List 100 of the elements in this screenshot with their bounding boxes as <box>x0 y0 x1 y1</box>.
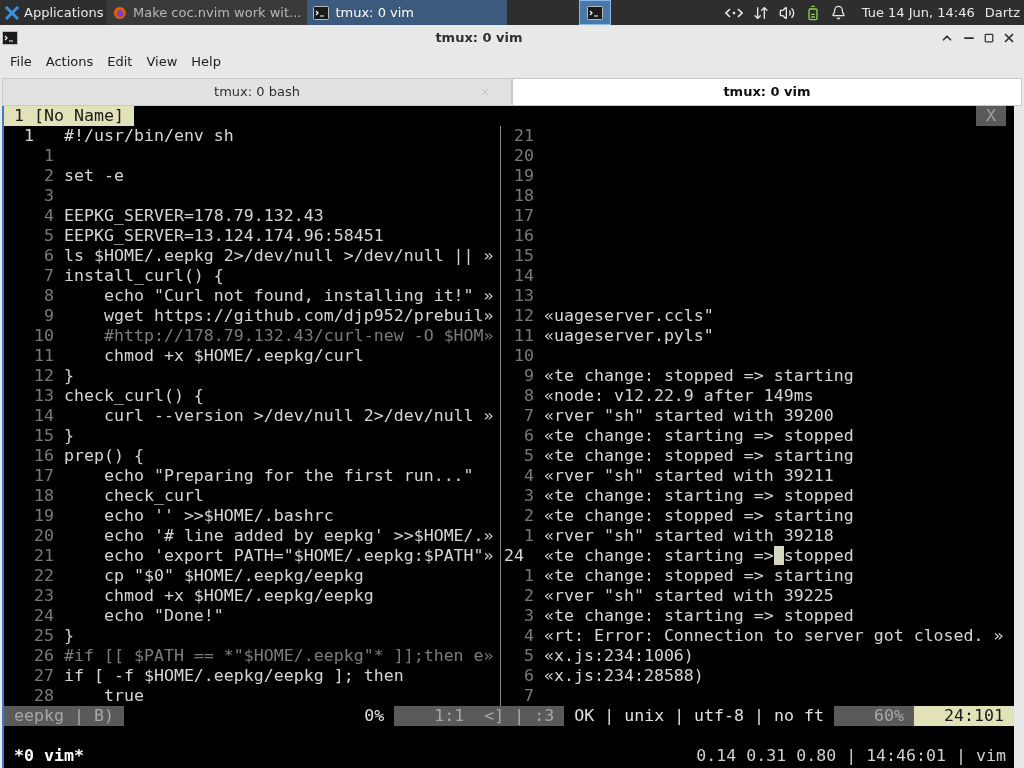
code-line: EEPKG_SERVER=13.124.174.96:58451 <box>64 226 384 246</box>
line-number: 18 <box>33 486 54 506</box>
code-line: «te change: stopped => starting <box>544 446 854 466</box>
line-number: 23 <box>33 586 54 606</box>
code-line: curl --version >/dev/null 2>/dev/null » <box>102 406 494 426</box>
code-line: check_curl() { <box>64 386 204 406</box>
line-number: 26 <box>33 646 54 666</box>
code-line: «te change: stopped => starting <box>544 366 854 386</box>
line-number: 27 <box>33 666 54 686</box>
line-number: 7 <box>523 686 534 706</box>
code-line: «rver "sh" started with 39211 <box>544 466 834 486</box>
code-line: echo "Preparing for the first run..." <box>102 466 474 486</box>
line-number: 7 <box>43 266 54 286</box>
line-number: 21 <box>33 546 54 566</box>
line-number: 2 <box>523 586 534 606</box>
code-line: echo '' >>$HOME/.bashrc <box>102 506 334 526</box>
line-number: 5 <box>523 646 534 666</box>
line-number: 6 <box>523 426 534 446</box>
code-line: check_curl <box>102 486 204 506</box>
line-number: 4 <box>43 206 54 226</box>
maximize-icon[interactable] <box>984 32 994 43</box>
line-number: 12 <box>513 306 534 326</box>
line-number: 17 <box>513 206 534 226</box>
line-number: 2 <box>523 506 534 526</box>
code-line: echo "Done!" <box>102 606 224 626</box>
status-segment: 60% <box>834 706 914 726</box>
code-line: if [ -f $HOME/.eepkg/eepkg ]; then <box>64 666 404 686</box>
code-comment: #http://178.79.132.43/curl-new -O $HOM» <box>102 326 494 346</box>
app-menu-icon <box>4 4 20 21</box>
code-line: «rver "sh" started with 39225 <box>544 586 834 606</box>
workspace-button[interactable] <box>579 0 612 25</box>
taskbar-button[interactable]: Make coc.nvim work wit... <box>107 0 308 25</box>
code-line: } <box>64 426 74 446</box>
transfer-icon[interactable] <box>752 4 769 21</box>
code-comment: #if [[ $PATH == *"$HOME/.eepkg"* ]];then e» <box>64 646 494 666</box>
code-line: echo 'export PATH="$HOME/.eepkg:$PATH"» <box>102 546 494 566</box>
line-number: 25 <box>33 626 54 646</box>
code-line: cp "$0" $HOME/.eepkg/eepkg <box>102 566 364 586</box>
code-line: «x.js:234:1006) <box>544 646 694 666</box>
line-number: 24 <box>33 606 54 626</box>
code-line: echo "Curl not found, installing it!" » <box>102 286 494 306</box>
menu-item[interactable]: Edit <box>101 52 139 72</box>
line-number: 9 <box>43 306 54 326</box>
code-line: echo '# line added by eepkg' >>$HOME/.» <box>102 526 494 546</box>
volume-icon[interactable] <box>778 4 795 21</box>
code-line: install_curl() { <box>64 266 224 286</box>
menu-item[interactable]: Help <box>185 52 227 72</box>
tab[interactable]: tmux: 0 bash <box>2 78 512 106</box>
menu-item[interactable]: File <box>4 52 38 72</box>
line-number: 16 <box>513 226 534 246</box>
terminal-icon <box>313 4 330 21</box>
tab[interactable]: tmux: 0 vim <box>512 78 1022 106</box>
status-segment: eepkg | B) <box>4 706 124 726</box>
code-line: chmod +x $HOME/.eepkg/eepkg <box>102 586 374 606</box>
status-segment: 1:1 <box>394 706 475 726</box>
code-line: «te change: starting => stopped <box>544 486 854 506</box>
code-line: wget https://github.com/djp952/prebuil» <box>102 306 494 326</box>
line-number: 19 <box>33 506 54 526</box>
line-number: 21 <box>513 126 534 146</box>
menu-item[interactable]: View <box>140 52 184 72</box>
line-number: 20 <box>33 526 54 546</box>
code-line: prep() { <box>64 446 144 466</box>
line-number: 8 <box>523 386 534 406</box>
line-number: 1 <box>23 126 35 146</box>
line-number: 10 <box>513 346 534 366</box>
code-line: «te change: stopped => starting <box>544 566 854 586</box>
line-number: 14 <box>33 406 54 426</box>
terminal-icon <box>587 4 604 21</box>
clock[interactable]: Tue 14 Jun, 14:46 <box>861 2 975 23</box>
line-number: 5 <box>523 446 534 466</box>
buffer-tab[interactable]: 1 [No Name] <box>4 106 134 126</box>
line-number: 3 <box>43 186 54 206</box>
network-icon[interactable] <box>724 6 743 19</box>
line-number: 3 <box>523 606 534 626</box>
code-line: «uageserver.pyls" <box>544 326 714 346</box>
tmux-status-info: 0.14 0.31 0.80 | 14:46:01 | vim <box>696 746 1006 766</box>
line-number: 8 <box>43 286 54 306</box>
user-name[interactable]: Dartz <box>984 2 1020 23</box>
code-line: #!/usr/bin/env sh <box>64 126 234 146</box>
line-number: 5 <box>43 226 54 246</box>
line-number: 10 <box>33 326 54 346</box>
code-line: chmod +x $HOME/.eepkg/curl <box>102 346 364 366</box>
line-number: 11 <box>33 346 54 366</box>
tmux-window-label: *0 vim* <box>13 746 84 766</box>
taskbar-button[interactable]: tmux: 0 vim <box>307 0 508 25</box>
line-number: 28 <box>33 686 54 706</box>
code-line: «x.js:234:28588) <box>544 666 704 686</box>
line-number: 7 <box>523 406 534 426</box>
menu-item[interactable]: Actions <box>39 52 100 72</box>
code-line: } <box>64 366 74 386</box>
code-line: EEPKG_SERVER=178.79.132.43 <box>64 206 324 226</box>
line-number: 18 <box>513 186 534 206</box>
code-line: «rt: Error: Connection to server got closed. » <box>544 626 1004 646</box>
line-number: 6 <box>43 246 54 266</box>
line-number: 6 <box>523 666 534 686</box>
status-segment: 24:101 <box>914 706 1014 726</box>
line-number: 12 <box>33 366 54 386</box>
notification-icon[interactable] <box>830 5 846 20</box>
window-title: tmux: 0 vim <box>434 28 524 47</box>
applications-menu[interactable]: Applications <box>0 0 108 25</box>
